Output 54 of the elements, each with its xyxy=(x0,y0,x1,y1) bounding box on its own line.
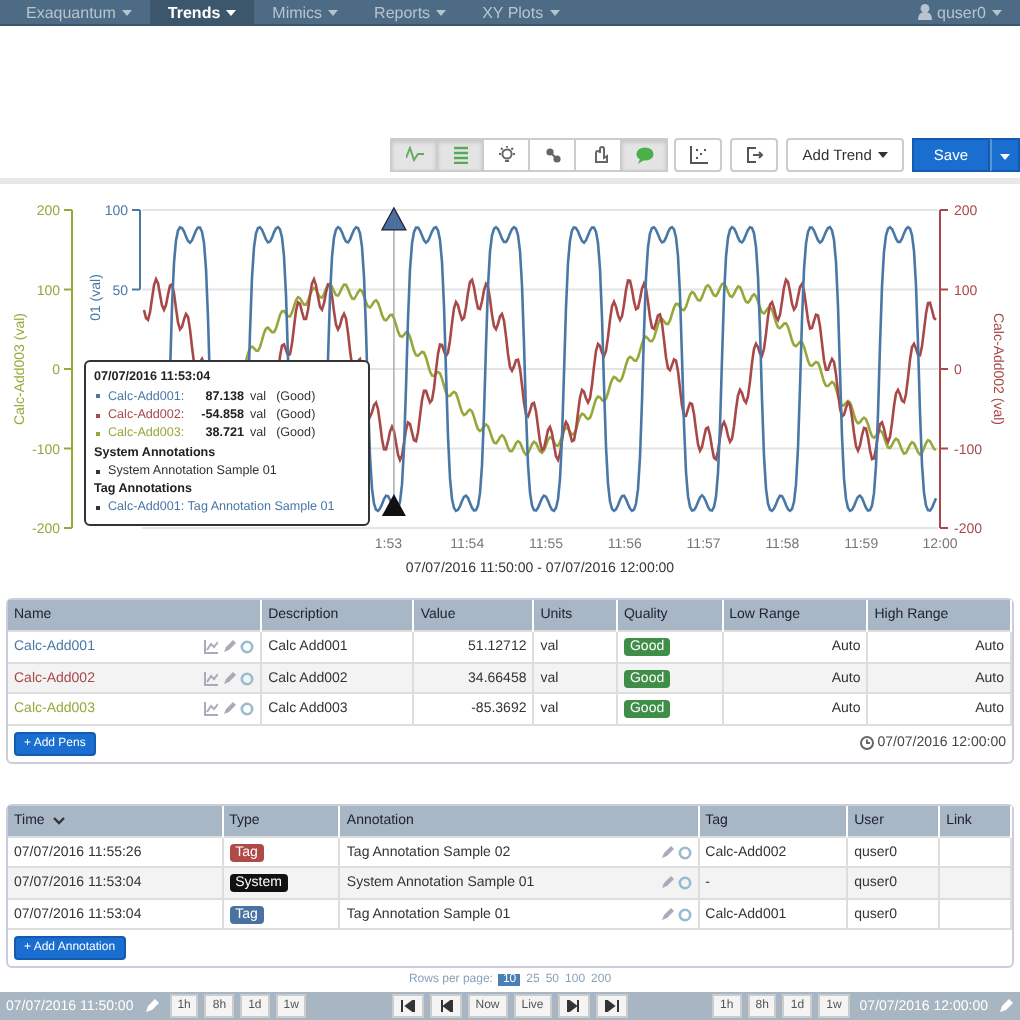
navigation-button[interactable] xyxy=(557,994,590,1019)
settings-icon xyxy=(677,907,692,922)
toolbar-button[interactable] xyxy=(482,138,531,173)
skip-back-icon xyxy=(399,1000,416,1013)
hand-icon xyxy=(589,146,608,165)
caret-icon xyxy=(121,9,132,16)
step-forward-icon xyxy=(565,1000,582,1013)
list-icon xyxy=(451,146,470,165)
caret-icon xyxy=(1000,154,1010,161)
chevron-down-icon xyxy=(52,815,67,826)
pencil-icon xyxy=(659,876,674,891)
caret-icon xyxy=(328,9,339,16)
comment-icon xyxy=(635,146,654,165)
settings-icon xyxy=(240,671,255,686)
skip-forward-icon xyxy=(603,1000,620,1013)
trend-line-icon xyxy=(204,702,219,717)
pencil-icon xyxy=(222,702,237,717)
pencil-icon xyxy=(659,907,674,922)
navigation-button[interactable] xyxy=(429,994,462,1019)
settings-icon xyxy=(240,640,255,655)
navigation-button[interactable] xyxy=(595,994,628,1019)
toolbar-button[interactable] xyxy=(674,138,723,173)
clock-icon xyxy=(859,736,874,751)
exit-icon xyxy=(745,146,764,165)
axis-line xyxy=(131,209,141,292)
caret-icon xyxy=(549,9,560,16)
annotation-marker[interactable] xyxy=(381,494,406,517)
user-icon xyxy=(917,4,932,21)
save-dropdown-button[interactable] xyxy=(990,138,1020,173)
pencil-icon xyxy=(659,845,674,860)
caret-icon xyxy=(877,152,888,159)
caret-icon xyxy=(436,9,447,16)
scatter-chart-icon xyxy=(689,146,708,165)
toolbar-button[interactable] xyxy=(528,138,577,173)
toolbar-button[interactable] xyxy=(730,138,779,173)
pencil-icon xyxy=(222,640,237,655)
trend-line-icon xyxy=(204,671,219,686)
pencil-icon xyxy=(143,998,160,1015)
navigation-button[interactable] xyxy=(391,994,424,1019)
step-back-icon xyxy=(437,1000,454,1013)
caret-icon xyxy=(992,9,1002,16)
nav-menu[interactable]: Trends xyxy=(149,0,255,25)
caret-icon xyxy=(226,9,237,16)
trend-line-icon xyxy=(405,146,424,165)
settings-icon xyxy=(240,702,255,717)
settings-icon xyxy=(677,845,692,860)
toolbar-button[interactable] xyxy=(574,138,623,173)
pencil-icon xyxy=(222,671,237,686)
trend-line-icon xyxy=(204,640,219,655)
link-icon xyxy=(543,146,562,165)
pencil-icon xyxy=(998,998,1015,1015)
bulb-icon xyxy=(497,146,516,165)
settings-icon xyxy=(677,876,692,891)
cursor-marker[interactable] xyxy=(380,207,407,232)
